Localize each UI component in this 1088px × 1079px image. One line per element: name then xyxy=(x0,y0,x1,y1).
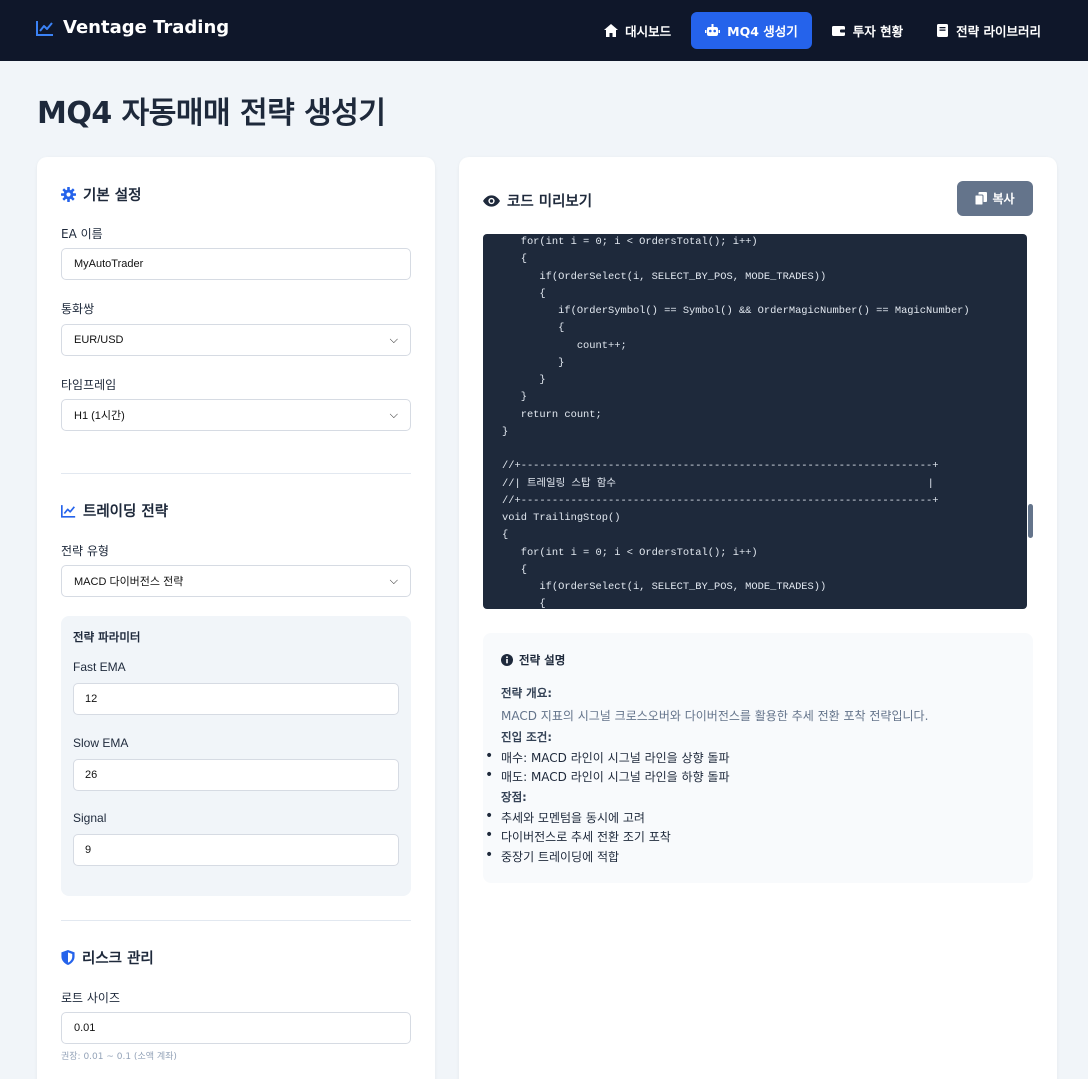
copy-icon xyxy=(975,192,988,205)
nav-item-dashboard[interactable]: 대시보드 xyxy=(590,12,685,49)
signal-input[interactable]: 9 xyxy=(73,834,399,866)
strategy-type-label: 전략 유형 xyxy=(61,544,109,558)
nav-item-label: 투자 현황 xyxy=(852,24,904,39)
copy-button[interactable]: 복사 xyxy=(957,181,1033,216)
pros-item: 다이버전스로 추세 전환 조기 포착 xyxy=(485,827,671,845)
slow-ema-label: Slow EMA xyxy=(73,736,129,750)
home-icon xyxy=(604,24,619,37)
overview-text: MACD 지표의 시그널 크로스오버와 다이버전스를 활용한 추세 전환 포착 … xyxy=(501,709,929,723)
pros-heading: 장점: xyxy=(501,790,527,804)
timeframe-label: 타임프레임 xyxy=(61,378,117,392)
nav-item-strategy-library[interactable]: 전략 라이브러리 xyxy=(923,12,1055,49)
strategy-type-value: MACD 다이버전스 전략 xyxy=(74,576,184,588)
lot-size-value: 0.01 xyxy=(74,1022,96,1034)
basic-settings-title: 기본 설정 xyxy=(61,184,141,205)
currency-pair-value: EUR/USD xyxy=(74,334,124,346)
entry-item: 매도: MACD 라인이 시그널 라인을 하향 돌파 xyxy=(485,767,729,785)
timeframe-select[interactable]: H1 (1시간) ⌵ xyxy=(61,399,411,431)
strategy-params-title: 전략 파라미터 xyxy=(73,630,141,644)
book-icon xyxy=(937,24,949,37)
wallet-icon xyxy=(831,25,846,36)
strategy-type-select[interactable]: MACD 다이버전스 전략 ⌵ xyxy=(61,565,411,597)
chevron-down-icon: ⌵ xyxy=(389,408,398,421)
pros-item: 중장기 트레이딩에 적합 xyxy=(485,847,619,865)
shield-icon xyxy=(61,950,75,965)
robot-icon xyxy=(705,24,721,36)
section-title-text: 코드 미리보기 xyxy=(507,194,593,210)
brand-name: Ventage Trading xyxy=(63,17,230,38)
fast-ema-input[interactable]: 12 xyxy=(73,683,399,715)
overview-heading: 전략 개요: xyxy=(501,686,552,700)
section-title-text: 리스크 관리 xyxy=(82,951,154,967)
nav-item-investment[interactable]: 투자 현황 xyxy=(818,12,917,49)
desc-title-text: 전략 설명 xyxy=(519,653,566,667)
info-icon xyxy=(501,654,513,666)
ea-name-label: EA 이름 xyxy=(61,227,103,241)
top-navbar: Ventage Trading 대시보드 MQ4 생성기 투자 현황 전략 라이… xyxy=(0,0,1088,61)
timeframe-value: H1 (1시간) xyxy=(74,410,125,422)
lot-size-hint: 권장: 0.01 ~ 0.1 (소액 계좌) xyxy=(61,1052,177,1062)
code-scrollbar[interactable] xyxy=(1028,504,1033,538)
ea-name-input[interactable]: MyAutoTrader xyxy=(61,248,411,280)
entry-heading: 진입 조건: xyxy=(501,730,552,744)
lot-size-label: 로트 사이즈 xyxy=(61,991,121,1005)
fast-ema-label: Fast EMA xyxy=(73,660,126,674)
chevron-down-icon: ⌵ xyxy=(389,574,398,587)
strategy-description-title: 전략 설명 xyxy=(501,652,565,668)
fast-ema-value: 12 xyxy=(85,693,98,705)
gear-icon xyxy=(61,187,76,202)
section-title-text: 기본 설정 xyxy=(83,188,142,204)
risk-management-title: 리스크 관리 xyxy=(61,947,154,968)
nav-item-label: 대시보드 xyxy=(625,24,672,39)
brand[interactable]: Ventage Trading xyxy=(36,17,229,38)
code-block[interactable]: for(int i = 0; i < OrdersTotal(); i++) {… xyxy=(483,234,1027,609)
signal-label: Signal xyxy=(73,811,107,825)
nav-item-label: MQ4 생성기 xyxy=(727,24,798,39)
currency-pair-select[interactable]: EUR/USD ⌵ xyxy=(61,324,411,356)
nav-item-label: 전략 라이브러리 xyxy=(956,24,1041,39)
copy-button-label: 복사 xyxy=(992,192,1015,206)
strategy-params-box: 전략 파라미터 Fast EMA 12 Slow EMA 26 Signal 9 xyxy=(61,616,411,896)
code-preview-title: 코드 미리보기 xyxy=(483,190,592,211)
settings-panel: 기본 설정 EA 이름 MyAutoTrader 통화쌍 EUR/USD ⌵ 타임… xyxy=(37,157,435,1079)
code-text: for(int i = 0; i < OrdersTotal(); i++) {… xyxy=(502,236,970,609)
section-title-text: 트레이딩 전략 xyxy=(83,504,169,520)
nav-menu: 대시보드 MQ4 생성기 투자 현황 전략 라이브러리 xyxy=(590,12,1055,49)
slow-ema-value: 26 xyxy=(85,769,98,781)
entry-item: 매수: MACD 라인이 시그널 라인을 상향 돌파 xyxy=(485,748,729,766)
chart-line-icon xyxy=(36,20,53,36)
divider xyxy=(61,473,411,474)
code-preview-panel: 코드 미리보기 복사 for(int i = 0; i < OrdersTota… xyxy=(459,157,1057,1079)
pros-item: 추세와 모멘텀을 동시에 고려 xyxy=(485,808,645,826)
eye-icon xyxy=(483,194,500,207)
lot-size-input[interactable]: 0.01 xyxy=(61,1012,411,1044)
chart-line-icon xyxy=(61,504,76,518)
page-title: MQ4 자동매매 전략 생성기 xyxy=(37,96,386,131)
ea-name-value: MyAutoTrader xyxy=(74,258,144,270)
signal-value: 9 xyxy=(85,844,92,856)
trading-strategy-title: 트레이딩 전략 xyxy=(61,500,168,521)
chevron-down-icon: ⌵ xyxy=(389,333,398,346)
slow-ema-input[interactable]: 26 xyxy=(73,759,399,791)
strategy-description-box: 전략 설명 전략 개요: MACD 지표의 시그널 크로스오버와 다이버전스를 … xyxy=(483,633,1033,883)
currency-pair-label: 통화쌍 xyxy=(61,302,95,316)
nav-item-mq4-generator[interactable]: MQ4 생성기 xyxy=(691,12,812,49)
divider xyxy=(61,920,411,921)
